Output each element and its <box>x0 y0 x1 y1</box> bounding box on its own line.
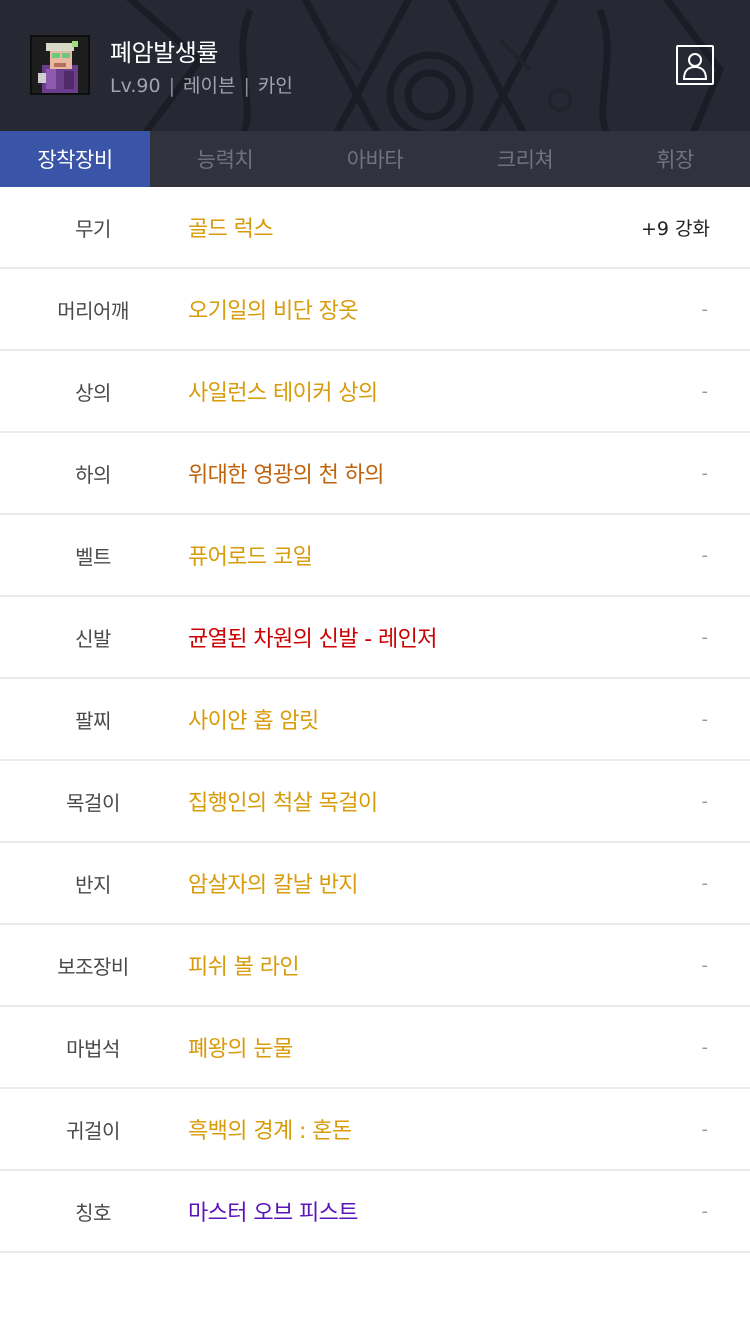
equipment-slot-label: 머리어깨 <box>57 298 129 323</box>
equipment-slot-label: 반지 <box>75 872 111 897</box>
equipment-row[interactable]: 머리어깨 오기일의 비단 장옷 - <box>0 269 750 351</box>
equipment-item-name[interactable]: 흑백의 경계 : 혼돈 <box>188 1089 352 1169</box>
character-header: 폐암발생률 Lv.90 | 레이븐 | 카인 <box>0 0 750 131</box>
equipment-enhancement: - <box>701 544 709 566</box>
character-name: 폐암발생률 <box>110 39 218 67</box>
equipment-enhancement: - <box>701 872 709 894</box>
equipment-enhancement: - <box>701 1200 709 1222</box>
equipment-item-name[interactable]: 사이얀 홉 암릿 <box>188 679 319 759</box>
equipment-item-name[interactable]: 퓨어로드 코일 <box>188 515 313 595</box>
equipment-row[interactable]: 벨트 퓨어로드 코일 - <box>0 515 750 597</box>
equipment-enhancement: - <box>701 626 709 648</box>
tab-bar: 장착장비 능력치 아바타 크리쳐 휘장 <box>0 131 750 187</box>
equipment-item-name[interactable]: 오기일의 비단 장옷 <box>188 269 359 349</box>
tab-equipment[interactable]: 장착장비 <box>0 131 150 187</box>
equipment-slot-label: 팔찌 <box>75 708 111 733</box>
equipment-row[interactable]: 보조장비 피쉬 볼 라인 - <box>0 925 750 1007</box>
tab-insignia[interactable]: 휘장 <box>600 131 750 187</box>
character-portrait-icon[interactable] <box>30 35 90 95</box>
equipment-enhancement: - <box>701 298 709 320</box>
equipment-row[interactable]: 하의 위대한 영광의 천 하의 - <box>0 433 750 515</box>
equipment-item-name[interactable]: 암살자의 칼날 반지 <box>188 843 359 923</box>
character-level: Lv.90 <box>110 75 161 97</box>
tab-creature[interactable]: 크리쳐 <box>450 131 600 187</box>
equipment-row[interactable]: 귀걸이 흑백의 경계 : 혼돈 - <box>0 1089 750 1171</box>
equipment-slot-label: 귀걸이 <box>66 1118 120 1143</box>
equipment-item-name[interactable]: 마스터 오브 피스트 <box>188 1171 359 1251</box>
equipment-enhancement: - <box>701 954 709 976</box>
tab-stats[interactable]: 능력치 <box>150 131 300 187</box>
equipment-enhancement: - <box>701 1118 709 1140</box>
equipment-slot-label: 무기 <box>75 216 111 241</box>
equipment-row[interactable]: 목걸이 집행인의 척살 목걸이 - <box>0 761 750 843</box>
equipment-slot-label: 신발 <box>75 626 111 651</box>
info-separator: | <box>243 75 250 97</box>
profile-card-button[interactable] <box>676 45 714 85</box>
equipment-item-name[interactable]: 골드 럭스 <box>188 187 274 267</box>
equipment-row[interactable]: 팔찌 사이얀 홉 암릿 - <box>0 679 750 761</box>
equipment-slot-label: 상의 <box>75 380 111 405</box>
equipment-item-name[interactable]: 폐왕의 눈물 <box>188 1007 293 1087</box>
equipment-slot-label: 벨트 <box>75 544 111 569</box>
equipment-row[interactable]: 무기 골드 럭스 +9 강화 <box>0 187 750 269</box>
equipment-row[interactable]: 상의 사일런스 테이커 상의 - <box>0 351 750 433</box>
equipment-slot-label: 보조장비 <box>57 954 129 979</box>
equipment-enhancement: +9 강화 <box>640 217 710 240</box>
equipment-enhancement: - <box>701 1036 709 1058</box>
equipment-list: 무기 골드 럭스 +9 강화머리어깨 오기일의 비단 장옷 - 상의 사일런스 테이커 상의… <box>0 187 750 1253</box>
equipment-item-name[interactable]: 균열된 차원의 신발 - 레인저 <box>188 597 438 677</box>
equipment-enhancement: - <box>701 708 709 730</box>
character-job: 레이븐 <box>182 75 236 97</box>
equipment-item-name[interactable]: 피쉬 볼 라인 <box>188 925 300 1005</box>
character-server: 카인 <box>257 75 293 97</box>
equipment-row[interactable]: 반지 암살자의 칼날 반지 - <box>0 843 750 925</box>
equipment-item-name[interactable]: 사일런스 테이커 상의 <box>188 351 378 431</box>
equipment-enhancement: - <box>701 462 709 484</box>
equipment-row[interactable]: 마법석 폐왕의 눈물 - <box>0 1007 750 1089</box>
info-separator: | <box>168 75 175 97</box>
equipment-slot-label: 칭호 <box>75 1200 111 1225</box>
character-info: Lv.90 | 레이븐 | 카인 <box>110 71 293 98</box>
equipment-slot-label: 마법석 <box>66 1036 120 1061</box>
equipment-item-name[interactable]: 집행인의 척살 목걸이 <box>188 761 378 841</box>
equipment-slot-label: 하의 <box>75 462 111 487</box>
equipment-slot-label: 목걸이 <box>66 790 120 815</box>
profile-card-icon <box>682 53 708 80</box>
equipment-row[interactable]: 신발 균열된 차원의 신발 - 레인저 - <box>0 597 750 679</box>
equipment-enhancement: - <box>701 790 709 812</box>
equipment-enhancement: - <box>701 380 709 402</box>
equipment-item-name[interactable]: 위대한 영광의 천 하의 <box>188 433 385 513</box>
tab-avatar[interactable]: 아바타 <box>300 131 450 187</box>
equipment-row[interactable]: 칭호 마스터 오브 피스트 - <box>0 1171 750 1253</box>
